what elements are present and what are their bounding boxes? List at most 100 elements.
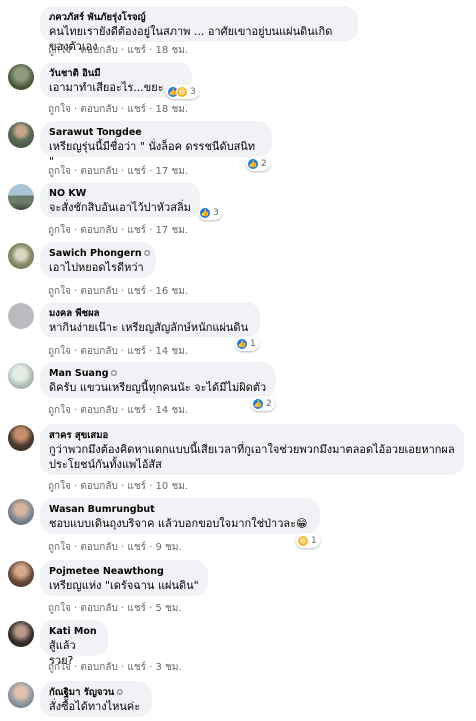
comment-actions: ถูกใจ · ตอบกลับ · แชร์ · 18 ชม. (48, 45, 189, 56)
comment-text: กูว่าพวกมึงต้องคิดหาแดกแบบนี้เสียเวลาที่… (49, 443, 455, 471)
reply-link[interactable]: ตอบกลับ (80, 286, 117, 297)
comment-actions: ถูกใจ · ตอบกลับ · แชร์ · 14 ชม. (48, 405, 189, 416)
reply-link[interactable]: ตอบกลับ (80, 662, 117, 673)
commenter-name[interactable]: Wasan Bumrungbut (49, 503, 311, 516)
haha-icon: 😆 (297, 534, 309, 547)
commenter-name[interactable]: NO KW (49, 187, 191, 200)
reaction-summary[interactable]: 👍 1 (235, 336, 259, 351)
avatar[interactable] (8, 122, 34, 148)
comment-actions: ถูกใจ · ตอบกลับ · แชร์ · 9 ชม. (48, 542, 182, 553)
comment-actions: ถูกใจ · ตอบกลับ · แชร์ · 16 ชม. (48, 286, 189, 297)
like-link[interactable]: ถูกใจ (48, 286, 71, 297)
reaction-summary[interactable]: 😆 1 (296, 533, 320, 548)
commenter-name[interactable]: สาคร สุขเสมอ (49, 429, 455, 442)
like-link[interactable]: ถูกใจ (48, 662, 71, 673)
avatar[interactable] (8, 682, 34, 708)
avatar[interactable] (8, 499, 34, 525)
comment-actions: ถูกใจ · ตอบกลับ · แชร์ · 5 ชม. (48, 603, 182, 614)
top-fan-badge-icon: ✪ (143, 249, 151, 258)
share-link[interactable]: แชร์ (127, 286, 146, 297)
avatar[interactable] (8, 363, 34, 389)
timestamp[interactable]: 18 ชม. (156, 45, 188, 56)
reaction-summary[interactable]: 👍 2 (251, 396, 275, 411)
timestamp[interactable]: 14 ชม. (156, 346, 188, 357)
comment-bubble: ภควภัสร์ พันภัยรุ่งโรจญ์ คนไทยเรายังดีต้… (40, 6, 358, 53)
comment-bubble: มงคล พีชผล หากินง่ายเน๊าะ เหรียญสัญลักษ์… (40, 302, 260, 338)
comment-text: ดิครับ แขวนเหรียญนี้ทุกคนนัะ จะได้มีไม่ผ… (49, 381, 267, 394)
haha-icon: 😆 (176, 85, 188, 98)
top-fan-badge-icon: ✪ (110, 369, 118, 378)
timestamp[interactable]: 17 ชม. (156, 225, 188, 236)
commenter-name[interactable]: กัณฐิมา รัญจวน ✪ (49, 686, 143, 699)
commenter-name[interactable]: Sawich Phongern ✪ (49, 247, 150, 260)
comment-actions: ถูกใจ · ตอบกลับ · แชร์ · 3 ชม. (48, 662, 182, 673)
comment-text: สั่งซื้อได้ทางไหนค่ะ (49, 700, 141, 713)
top-fan-badge-icon: ✪ (116, 688, 124, 697)
share-link[interactable]: แชร์ (127, 104, 146, 115)
share-link[interactable]: แชร์ (127, 405, 146, 416)
like-link[interactable]: ถูกใจ (48, 225, 71, 236)
comment-text: เอามาทำเสียอะไร...ขยะ (49, 81, 164, 94)
reply-link[interactable]: ตอบกลับ (80, 166, 117, 177)
avatar[interactable] (8, 243, 34, 269)
like-link[interactable]: ถูกใจ (48, 603, 71, 614)
share-link[interactable]: แชร์ (127, 45, 146, 56)
avatar[interactable] (8, 303, 34, 329)
commenter-name[interactable]: Man Suang ✪ (49, 367, 267, 380)
commenter-name[interactable]: Kati Mon (49, 625, 99, 638)
share-link[interactable]: แชร์ (127, 225, 146, 236)
share-link[interactable]: แชร์ (127, 346, 146, 357)
reaction-count: 3 (213, 207, 219, 218)
share-link[interactable]: แชร์ (127, 603, 146, 614)
comment-bubble: Pojmetee Neawthong เหรียญแห่ง "เดรัจฉาน … (40, 560, 208, 596)
timestamp[interactable]: 5 ชม. (156, 603, 182, 614)
like-link[interactable]: ถูกใจ (48, 346, 71, 357)
like-link[interactable]: ถูกใจ (48, 405, 71, 416)
comment-text: จะสั่งชักสิบอันเอาไว้ปาหัวสลิ่ม (49, 201, 191, 214)
timestamp[interactable]: 14 ชม. (156, 405, 188, 416)
timestamp[interactable]: 16 ชม. (156, 286, 188, 297)
commenter-name[interactable]: ภควภัสร์ พันภัยรุ่งโรจญ์ (49, 11, 349, 24)
timestamp[interactable]: 18 ชม. (156, 104, 188, 115)
comment-text: หากินง่ายเน๊าะ เหรียญสัญลักษ์หนักแผ่นดิน (49, 321, 249, 334)
reply-link[interactable]: ตอบกลับ (80, 45, 117, 56)
reply-link[interactable]: ตอบกลับ (80, 225, 117, 236)
timestamp[interactable]: 3 ชม. (156, 662, 182, 673)
like-link[interactable]: ถูกใจ (48, 166, 71, 177)
reply-link[interactable]: ตอบกลับ (80, 542, 117, 553)
commenter-name[interactable]: Pojmetee Neawthong (49, 565, 199, 578)
like-link[interactable]: ถูกใจ (48, 542, 71, 553)
share-link[interactable]: แชร์ (127, 481, 146, 492)
reaction-count: 3 (190, 86, 196, 97)
reply-link[interactable]: ตอบกลับ (80, 405, 117, 416)
share-link[interactable]: แชร์ (127, 166, 146, 177)
reply-link[interactable]: ตอบกลับ (80, 104, 117, 115)
reaction-summary[interactable]: 👍 😆 3 (166, 84, 199, 99)
share-link[interactable]: แชร์ (127, 542, 146, 553)
reply-link[interactable]: ตอบกลับ (80, 346, 117, 357)
like-link[interactable]: ถูกใจ (48, 104, 71, 115)
reaction-summary[interactable]: 👍 3 (198, 205, 222, 220)
timestamp[interactable]: 17 ชม. (156, 166, 188, 177)
commenter-name[interactable]: Sarawut Tongdee (49, 126, 263, 139)
commenter-name[interactable]: วันชาติ อินมี (49, 67, 183, 80)
comment-bubble: Wasan Bumrungbut ชอบแบบเดินถุงบริจาค แล้… (40, 498, 320, 534)
commenter-name[interactable]: มงคล พีชผล (49, 307, 251, 320)
reaction-summary[interactable]: 👍 2 (246, 156, 270, 171)
share-link[interactable]: แชร์ (127, 662, 146, 673)
like-icon: 👍 (236, 337, 248, 350)
avatar[interactable] (8, 184, 34, 210)
comment-bubble: Sawich Phongern ✪ เอาไปหยอดไรดีหว่า (40, 242, 156, 278)
timestamp[interactable]: 9 ชม. (156, 542, 182, 553)
like-link[interactable]: ถูกใจ (48, 481, 71, 492)
avatar[interactable] (8, 425, 34, 451)
reaction-count: 2 (261, 158, 267, 169)
avatar[interactable] (8, 621, 34, 647)
avatar[interactable] (8, 561, 34, 587)
comment-text: เอาไปหยอดไรดีหว่า (49, 261, 144, 274)
avatar[interactable] (8, 64, 34, 90)
reply-link[interactable]: ตอบกลับ (80, 481, 117, 492)
like-link[interactable]: ถูกใจ (48, 45, 71, 56)
reply-link[interactable]: ตอบกลับ (80, 603, 117, 614)
timestamp[interactable]: 10 ชม. (156, 481, 188, 492)
